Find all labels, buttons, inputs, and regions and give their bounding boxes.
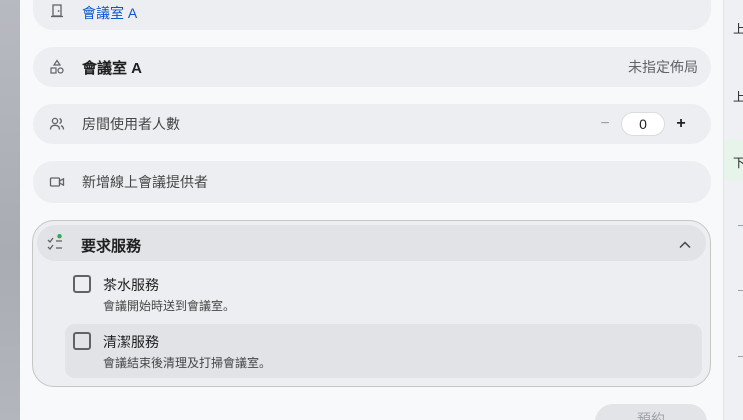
- timeline-tick: [738, 356, 743, 357]
- decrement-button[interactable]: −: [597, 115, 613, 133]
- occupancy-stepper: − 0 +: [597, 112, 689, 136]
- service-name: 清潔服務: [103, 334, 159, 350]
- service-item-cleaning[interactable]: 清潔服務 會議結束後清理及打掃會議室。: [65, 324, 702, 378]
- video-camera-icon: [49, 174, 65, 190]
- request-services-header[interactable]: 要求服務: [37, 225, 706, 261]
- request-services-title: 要求服務: [81, 238, 142, 255]
- occupancy-input[interactable]: 0: [621, 112, 665, 136]
- room-occupancy-row: 房間使用者人數 − 0 +: [33, 104, 711, 144]
- checklist-icon: [47, 234, 67, 252]
- room-row[interactable]: 會議室 A 未指定佈局: [33, 47, 711, 87]
- increment-button[interactable]: +: [673, 115, 689, 133]
- service-name: 茶水服務: [103, 277, 159, 293]
- location-row[interactable]: 會議室 A: [33, 0, 711, 30]
- room-layout-value[interactable]: 未指定佈局: [628, 57, 698, 77]
- service-description: 會議結束後清理及打掃會議室。: [103, 356, 272, 370]
- request-services-section: 要求服務 茶水服務 會議開始時送到會議室。 清潔服務 會議結束後清理及打掃會議室…: [32, 220, 711, 387]
- door-icon: [49, 3, 65, 19]
- chevron-up-icon[interactable]: [678, 237, 692, 249]
- background-overlay-left: [0, 0, 20, 420]
- add-video-conference-label: 新增線上會議提供者: [82, 174, 208, 190]
- room-layout-icon: [49, 59, 65, 75]
- time-label: 上: [733, 90, 743, 104]
- cleaning-checkbox[interactable]: [73, 332, 91, 350]
- book-button[interactable]: 預約: [595, 404, 707, 420]
- add-video-conference-row[interactable]: 新增線上會議提供者: [33, 161, 711, 203]
- timeline-tick: [738, 290, 743, 291]
- service-description: 會議開始時送到會議室。: [103, 299, 236, 313]
- schedule-side-panel: 上 上 下: [723, 0, 743, 420]
- refreshments-checkbox[interactable]: [73, 275, 91, 293]
- people-icon: [49, 116, 65, 132]
- event-details-panel: 會議室 A 會議室 A 未指定佈局 房間使用者人數 − 0 + 新增線上會議提供…: [20, 0, 723, 420]
- timeline-tick: [738, 225, 743, 226]
- service-item-refreshments[interactable]: 茶水服務 會議開始時送到會議室。: [65, 267, 702, 321]
- room-name: 會議室 A: [82, 59, 143, 77]
- room-occupancy-label: 房間使用者人數: [82, 116, 180, 132]
- time-label: 上: [733, 22, 743, 36]
- location-link[interactable]: 會議室 A: [82, 3, 137, 23]
- time-label: 下: [733, 156, 743, 170]
